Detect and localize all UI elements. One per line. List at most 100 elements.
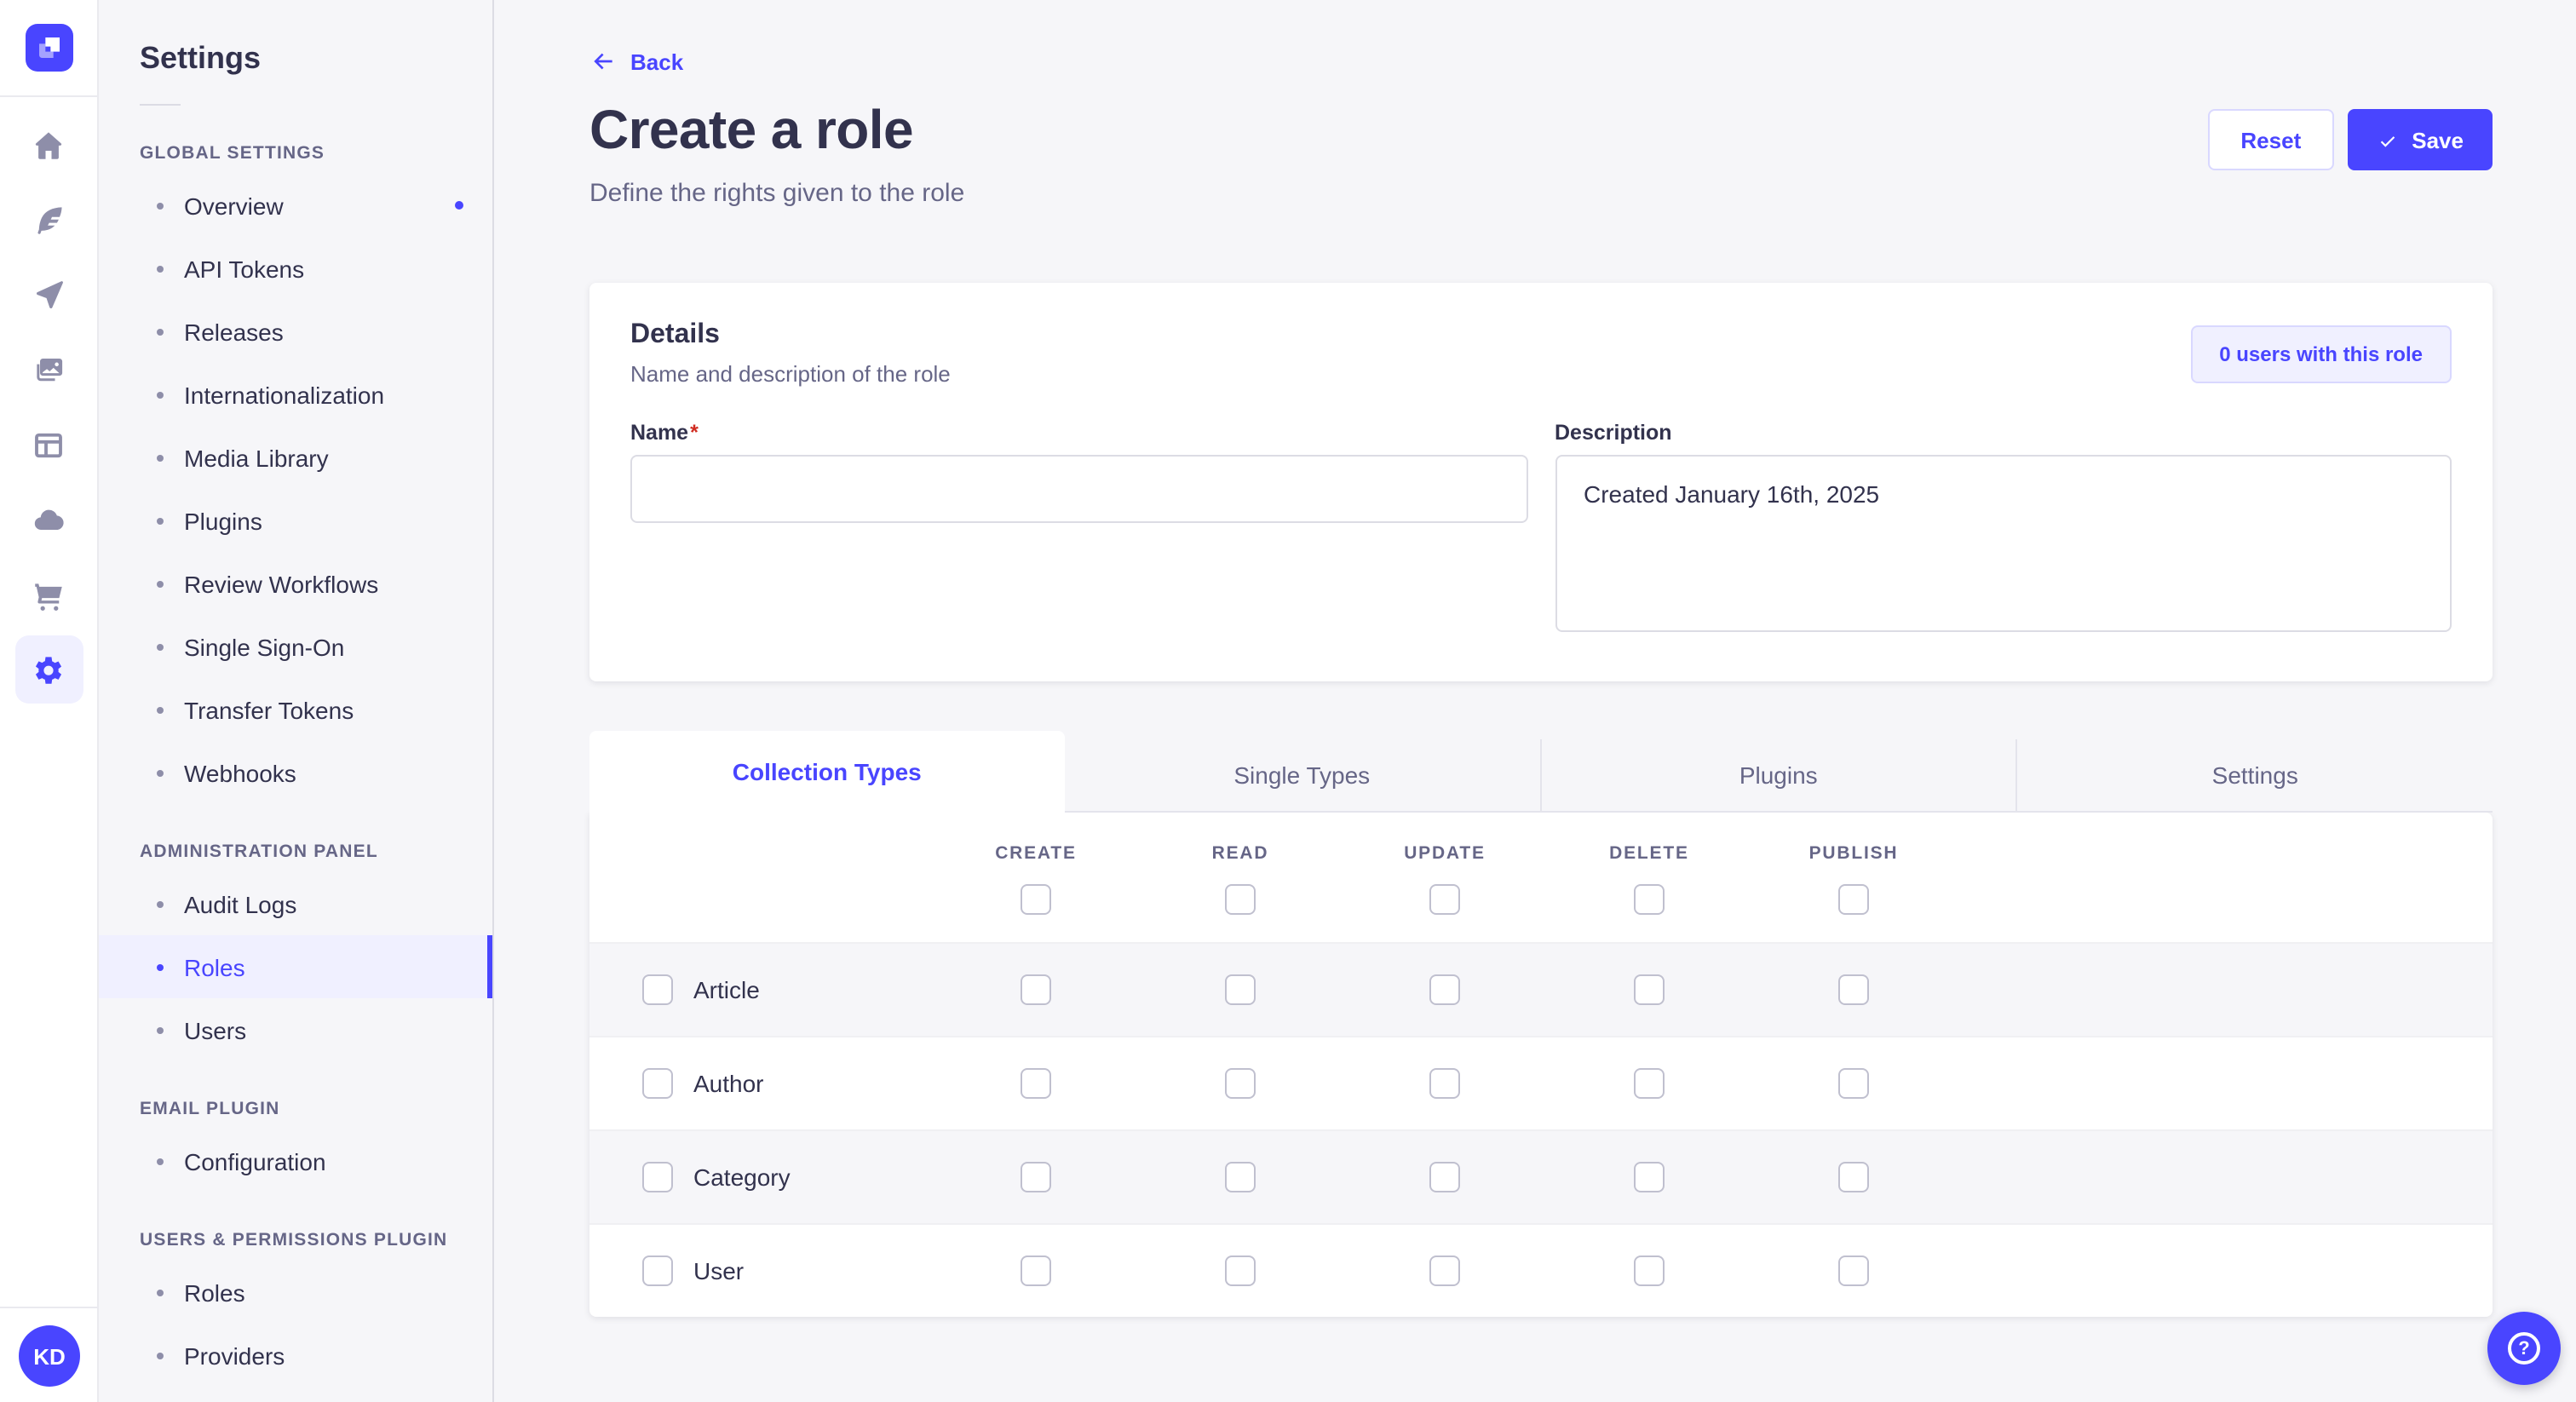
home-icon[interactable] bbox=[14, 111, 83, 179]
sidebar-item-releases[interactable]: Releases bbox=[99, 300, 492, 363]
sidebar-item-single-sign-on[interactable]: Single Sign-On bbox=[99, 615, 492, 678]
back-link[interactable]: Back bbox=[589, 48, 683, 75]
select-all-read-checkbox[interactable] bbox=[1225, 884, 1256, 915]
media-library-icon[interactable] bbox=[14, 336, 83, 404]
permission-checkbox-publish[interactable] bbox=[1838, 1068, 1869, 1099]
permission-checkbox-delete[interactable] bbox=[1634, 1068, 1665, 1099]
column-header-publish: PUBLISH bbox=[1751, 843, 1956, 864]
details-card: Details Name and description of the role… bbox=[589, 283, 2493, 681]
sidebar-item-internationalization[interactable]: Internationalization bbox=[99, 363, 492, 426]
section-label-users-permissions-plugin: USERS & PERMISSIONS PLUGIN bbox=[140, 1230, 492, 1250]
column-header-create: CREATE bbox=[934, 843, 1138, 864]
save-button[interactable]: Save bbox=[2347, 109, 2493, 170]
sidebar-item-webhooks[interactable]: Webhooks bbox=[99, 741, 492, 804]
bullet-icon bbox=[157, 202, 164, 209]
sidebar-item-label: Audit Logs bbox=[184, 890, 296, 917]
sidebar-item-overview[interactable]: Overview bbox=[99, 174, 492, 237]
row-select-checkbox[interactable] bbox=[642, 1162, 673, 1192]
feather-icon[interactable] bbox=[14, 186, 83, 254]
settings-sidebar: Settings GLOBAL SETTINGS Overview API To… bbox=[99, 0, 494, 1402]
bullet-icon bbox=[157, 1352, 164, 1359]
select-all-update-checkbox[interactable] bbox=[1429, 884, 1460, 915]
permission-checkbox-delete[interactable] bbox=[1634, 974, 1665, 1005]
sidebar-item-media-library[interactable]: Media Library bbox=[99, 426, 492, 489]
row-select-checkbox[interactable] bbox=[642, 1068, 673, 1099]
sidebar-item-review-workflows[interactable]: Review Workflows bbox=[99, 552, 492, 615]
sidebar-item-transfer-tokens[interactable]: Transfer Tokens bbox=[99, 678, 492, 741]
paper-plane-icon[interactable] bbox=[14, 261, 83, 329]
permissions-tabs: Collection Types Single Types Plugins Se… bbox=[589, 731, 2493, 813]
sidebar-item-roles[interactable]: Roles bbox=[99, 935, 492, 998]
sidebar-item-plugins[interactable]: Plugins bbox=[99, 489, 492, 552]
sidebar-item-label: Webhooks bbox=[184, 759, 296, 786]
permission-checkbox-delete[interactable] bbox=[1634, 1162, 1665, 1192]
permission-checkbox-update[interactable] bbox=[1429, 974, 1460, 1005]
tab-single-types[interactable]: Single Types bbox=[1065, 739, 1540, 813]
row-select-checkbox[interactable] bbox=[642, 974, 673, 1005]
sidebar-item-providers[interactable]: Providers bbox=[99, 1324, 492, 1387]
permission-checkbox-read[interactable] bbox=[1225, 1068, 1256, 1099]
row-label: Category bbox=[693, 1164, 791, 1191]
permission-checkbox-update[interactable] bbox=[1429, 1068, 1460, 1099]
permission-checkbox-update[interactable] bbox=[1429, 1162, 1460, 1192]
permission-checkbox-create[interactable] bbox=[1021, 1162, 1051, 1192]
rail-divider bbox=[0, 95, 97, 97]
strapi-settings-create-role-page: KD Settings GLOBAL SETTINGS Overview API… bbox=[0, 0, 2576, 1402]
select-all-delete-checkbox[interactable] bbox=[1634, 884, 1665, 915]
permission-checkbox-publish[interactable] bbox=[1838, 1255, 1869, 1286]
permission-checkbox-create[interactable] bbox=[1021, 1255, 1051, 1286]
permission-checkbox-update[interactable] bbox=[1429, 1255, 1460, 1286]
sidebar-item-label: Configuration bbox=[184, 1147, 326, 1175]
sidebar-title-divider bbox=[140, 104, 181, 106]
permission-checkbox-read[interactable] bbox=[1225, 1255, 1256, 1286]
permission-checkbox-read[interactable] bbox=[1225, 1162, 1256, 1192]
permission-checkbox-create[interactable] bbox=[1021, 1068, 1051, 1099]
bullet-icon bbox=[157, 1289, 164, 1296]
row-label: Article bbox=[693, 976, 760, 1003]
strapi-logo-icon[interactable] bbox=[26, 24, 73, 72]
name-input[interactable] bbox=[630, 455, 1527, 523]
cart-icon[interactable] bbox=[14, 560, 83, 629]
sidebar-item-up-roles[interactable]: Roles bbox=[99, 1261, 492, 1324]
layout-icon[interactable] bbox=[14, 411, 83, 479]
sidebar-item-api-tokens[interactable]: API Tokens bbox=[99, 237, 492, 300]
permission-checkbox-read[interactable] bbox=[1225, 974, 1256, 1005]
section-label-email-plugin: EMAIL PLUGIN bbox=[140, 1099, 492, 1119]
check-icon bbox=[2376, 129, 2398, 151]
sidebar-item-label: Users bbox=[184, 1016, 246, 1043]
sidebar-item-label: Roles bbox=[184, 953, 245, 980]
sidebar-item-label: Overview bbox=[184, 192, 284, 219]
section-label-administration-panel: ADMINISTRATION PANEL bbox=[140, 842, 492, 862]
gear-icon[interactable] bbox=[14, 635, 83, 704]
description-textarea[interactable]: Created January 16th, 2025 bbox=[1555, 455, 2452, 632]
sidebar-item-users[interactable]: Users bbox=[99, 998, 492, 1061]
tab-collection-types[interactable]: Collection Types bbox=[589, 731, 1065, 813]
bullet-icon bbox=[157, 706, 164, 713]
notification-dot bbox=[455, 201, 463, 210]
permission-checkbox-create[interactable] bbox=[1021, 974, 1051, 1005]
sidebar-item-configuration[interactable]: Configuration bbox=[99, 1129, 492, 1192]
reset-button[interactable]: Reset bbox=[2208, 109, 2333, 170]
row-select-checkbox[interactable] bbox=[642, 1255, 673, 1286]
sidebar-item-label: Roles bbox=[184, 1278, 245, 1306]
bullet-icon bbox=[157, 391, 164, 398]
tab-settings[interactable]: Settings bbox=[2016, 739, 2493, 813]
permission-checkbox-publish[interactable] bbox=[1838, 974, 1869, 1005]
page-subtitle: Define the rights given to the role bbox=[589, 179, 964, 208]
back-arrow-icon bbox=[589, 48, 617, 75]
cloud-icon[interactable] bbox=[14, 486, 83, 554]
users-with-role-button[interactable]: 0 users with this role bbox=[2190, 325, 2452, 382]
permissions-table-header: CREATE READ UPDATE DELETE PUBLISH bbox=[589, 813, 2493, 942]
select-all-publish-checkbox[interactable] bbox=[1838, 884, 1869, 915]
select-all-create-checkbox[interactable] bbox=[1021, 884, 1051, 915]
page-header: Create a role Define the rights given to… bbox=[589, 99, 2493, 208]
bullet-icon bbox=[157, 963, 164, 970]
sidebar-item-label: Media Library bbox=[184, 444, 329, 471]
rail-bottom-divider bbox=[0, 1307, 97, 1308]
permission-checkbox-publish[interactable] bbox=[1838, 1162, 1869, 1192]
help-button[interactable]: ? bbox=[2487, 1312, 2561, 1385]
tab-plugins[interactable]: Plugins bbox=[1539, 739, 2016, 813]
permission-checkbox-delete[interactable] bbox=[1634, 1255, 1665, 1286]
sidebar-item-audit-logs[interactable]: Audit Logs bbox=[99, 872, 492, 935]
user-avatar[interactable]: KD bbox=[19, 1325, 80, 1387]
